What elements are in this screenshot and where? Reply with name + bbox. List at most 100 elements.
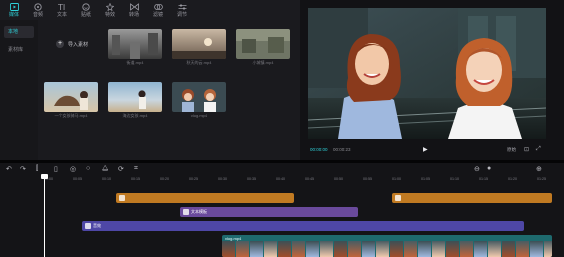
effect-clip-label: 音效 [93, 223, 101, 228]
import-label: 导入素材 [68, 41, 89, 48]
ruler-tick: 00:55 [363, 177, 372, 181]
clip-caption: 小城镇.mp4 [252, 60, 274, 65]
plus-icon: + [56, 40, 64, 48]
ruler-tick: 00:30 [218, 177, 227, 181]
zoom-slider-icon[interactable]: ● [487, 165, 491, 172]
ruler-tick: 01:25 [537, 177, 546, 181]
ruler-tick: 00:20 [160, 177, 169, 181]
effect-clip-icon [85, 223, 91, 229]
sticker-icon [81, 2, 91, 11]
zoom-in-icon[interactable]: ⊕ [536, 165, 542, 173]
rotate-icon[interactable]: ⟳ [118, 165, 124, 173]
sticker-clip-icon [395, 195, 401, 201]
sticker-clip-icon [119, 195, 125, 201]
tab-adjust-label: 调节 [176, 12, 187, 18]
video-preview [308, 8, 546, 139]
media-clip[interactable]: 海边女孩.mp4 [108, 82, 162, 119]
svg-text:TI: TI [58, 3, 65, 11]
ruler-tick: 01:20 [508, 177, 517, 181]
clip-caption: 街道.mp4 [126, 60, 144, 65]
tab-text[interactable]: TI 文本 [50, 0, 74, 20]
media-panel: + 导入素材 街道.mp4 秋天的云.mp4 小城镇.mp4 一个女孩骑马.mp… [38, 20, 300, 160]
filter-icon [153, 2, 163, 11]
tab-effects[interactable]: 特效 [98, 0, 122, 20]
video-editor-app: 媒体 音频 TI 文本 贴纸 特效 转场 滤镜 调节 本地 素材库 + 导入素材… [0, 0, 564, 257]
ruler-tick: 00:35 [247, 177, 256, 181]
fullscreen-icon[interactable]: ⤢ [536, 146, 541, 153]
clip-thumbnail [44, 82, 98, 112]
playhead[interactable] [44, 175, 45, 257]
clip-thumbnail [108, 29, 162, 59]
tab-filter-label: 滤镜 [152, 12, 163, 18]
effect-clip[interactable]: 音效 [82, 221, 524, 231]
ruler-tick: 01:15 [479, 177, 488, 181]
sidenav-item-library[interactable]: 素材库 [4, 44, 34, 56]
delete-icon[interactable]: ▯ [54, 165, 58, 173]
tab-effects-label: 特效 [104, 12, 115, 18]
ruler-tick: 01:05 [421, 177, 430, 181]
play-button[interactable]: ▶ [423, 146, 428, 153]
clip-thumbnail [172, 29, 226, 59]
tab-audio[interactable]: 音频 [26, 0, 50, 20]
ruler-tick: 00:10 [102, 177, 111, 181]
split-icon[interactable]: ⫿ [36, 165, 38, 173]
undo-icon[interactable]: ↶ [6, 165, 12, 173]
clip-caption: 一个女孩骑马.mp4 [54, 113, 88, 118]
video-frames [222, 241, 552, 257]
clip-thumbnail [236, 29, 290, 59]
record-icon[interactable]: ○ [86, 165, 90, 172]
ruler-tick: 00:45 [305, 177, 314, 181]
ruler-tick: 00:25 [189, 177, 198, 181]
top-tab-bar: 媒体 音频 TI 文本 贴纸 特效 转场 滤镜 调节 [0, 0, 300, 20]
sticker-clip[interactable] [116, 193, 294, 203]
media-clip[interactable]: 一个女孩骑马.mp4 [44, 82, 98, 119]
preview-player: 00:00:00 00:00:23 ▶ 原始 ⊡ ⤢ [300, 0, 564, 160]
time-ruler: 00:00 00:05 00:10 00:15 00:20 00:25 00:3… [44, 177, 564, 184]
video-clip[interactable]: vlog.mp4 [222, 235, 552, 257]
adjust-icon [177, 2, 187, 11]
clip-thumbnail [172, 82, 226, 112]
tab-adjust[interactable]: 调节 [170, 0, 194, 20]
ruler-tick: 01:00 [392, 177, 401, 181]
tab-filter[interactable]: 滤镜 [146, 0, 170, 20]
media-clip[interactable]: 秋天的云.mp4 [172, 29, 226, 66]
tab-transition-label: 转场 [128, 12, 139, 18]
tab-sticker[interactable]: 贴纸 [74, 0, 98, 20]
ratio-dropdown[interactable]: 原始 [507, 147, 516, 153]
ruler-tick: 00:40 [276, 177, 285, 181]
redo-icon[interactable]: ↷ [20, 165, 26, 173]
clip-caption: 秋天的云.mp4 [186, 60, 212, 65]
text-icon: TI [57, 2, 67, 11]
player-controls: 00:00:00 00:00:23 ▶ 原始 ⊡ ⤢ [300, 143, 564, 157]
tab-media[interactable]: 媒体 [2, 0, 26, 20]
media-source-nav: 本地 素材库 [0, 20, 38, 160]
sidenav-item-local[interactable]: 本地 [4, 26, 34, 38]
media-clip[interactable]: 街道.mp4 [108, 29, 162, 66]
media-icon [9, 2, 19, 11]
crop-icon[interactable]: ⊡ [524, 146, 529, 153]
timeline-panel: ↶ ↷ ⫿ ▯ ◎ ○ ⧋ ⟳ ⌗ ⊖ ● ⊕ 00:00 00:05 00:1… [0, 163, 564, 257]
clip-caption: 海边女孩.mp4 [122, 113, 148, 118]
transition-icon [129, 2, 139, 11]
ruler-tick: 00:50 [334, 177, 343, 181]
import-button[interactable]: + 导入素材 [56, 40, 88, 48]
text-clip-icon [183, 209, 189, 215]
media-clip[interactable]: vlog.mp4 [172, 82, 226, 118]
sticker-clip[interactable] [392, 193, 552, 203]
clip-caption: vlog.mp4 [190, 113, 208, 118]
total-time: 00:00:23 [333, 147, 351, 152]
timeline-toolbar: ↶ ↷ ⫿ ▯ ◎ ○ ⧋ ⟳ ⌗ ⊖ ● ⊕ [0, 163, 564, 176]
tab-text-label: 文本 [56, 12, 67, 18]
effects-icon [105, 2, 115, 11]
audio-icon [33, 2, 43, 11]
media-clip[interactable]: 小城镇.mp4 [236, 29, 290, 66]
tab-transition[interactable]: 转场 [122, 0, 146, 20]
zoom-out-icon[interactable]: ⊖ [474, 165, 480, 173]
clip-thumbnail [108, 82, 162, 112]
ruler-tick: 01:10 [450, 177, 459, 181]
freeze-icon[interactable]: ◎ [70, 165, 76, 173]
mirror-icon[interactable]: ⧋ [102, 165, 108, 173]
text-clip[interactable]: 文本模板 [180, 207, 358, 217]
crop-tool-icon[interactable]: ⌗ [134, 165, 138, 173]
ruler-tick: 00:15 [131, 177, 140, 181]
